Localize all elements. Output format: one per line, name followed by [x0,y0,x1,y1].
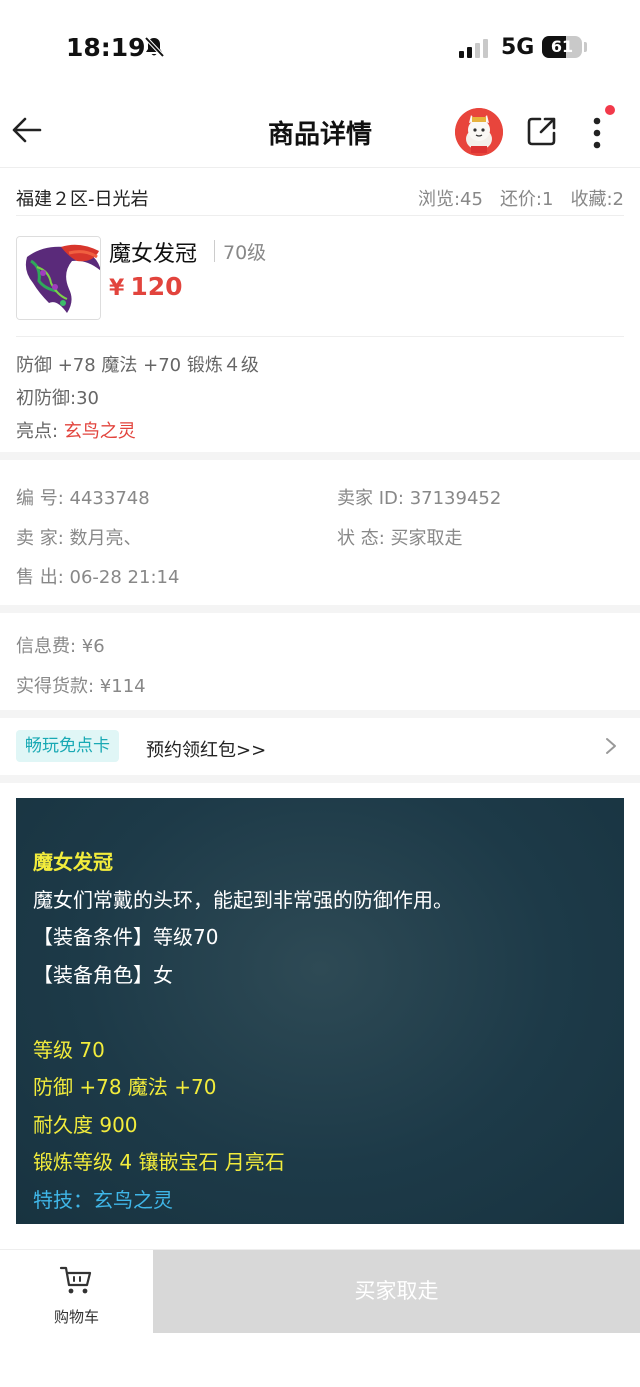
promo-row[interactable]: 畅玩免点卡 预约领红包>> [0,718,640,775]
info-fee: 信息费: ¥6 [16,636,105,657]
actual-payment: 实得货款: ¥114 [16,676,146,697]
seller-value: 数月亮、 [69,528,142,549]
desc-req-role: 【装备角色】女 [33,962,173,987]
section-gap [0,605,640,613]
cat-mascot-icon [455,108,503,156]
buy-button[interactable]: 买家取走 [153,1250,640,1333]
item-level: 70级 [223,242,267,264]
desc-title: 魔女发冠 [33,850,113,874]
seller-id: 卖家 ID: 37139452 [337,484,501,510]
nav-bar: 商品详情 [0,95,640,168]
desc-durability: 耐久度 900 [33,1112,138,1137]
item-attributes: 防御 +78 魔法 +70 锻炼４级 [16,355,259,376]
section-gap [0,452,640,460]
crown-item-icon [17,237,100,319]
seller-id-label: 卖家 ID: [337,488,404,509]
sold-label: 售 出: [16,567,64,588]
battery-percent: 61 [550,37,574,56]
desc-req-level: 【装备条件】等级70 [33,925,219,949]
desc-forge: 锻炼等级 4 镶嵌宝石 月亮石 [33,1150,285,1174]
item-price: ¥120 [109,272,183,301]
currency-symbol: ¥ [109,276,125,301]
more-vertical-icon[interactable] [584,113,610,153]
highlight-value: 玄鸟之灵 [63,421,136,442]
promo-tag[interactable]: 畅玩免点卡 [16,730,119,762]
sold-value: 06-28 21:14 [69,567,180,588]
item-stats: 浏览:45 还价:1 收藏:2 [418,185,624,211]
favorite-count: 收藏:2 [570,189,624,210]
item-header: 魔女发冠 70级 ¥120 [16,232,624,337]
network-type: 5G [501,35,535,60]
bottom-action-bar: 购物车 买家取走 [0,1249,640,1333]
cart-label: 购物车 [53,1308,99,1326]
bargain-count: 还价:1 [499,189,554,210]
cellular-signal-icon [459,38,488,58]
avatar[interactable] [455,108,503,156]
price-value: 120 [130,272,183,301]
notification-dot [605,105,615,115]
divider [214,240,215,262]
order-id: 编 号: 4433748 [16,484,150,510]
status-label: 状 态: [337,528,385,549]
status-value: 买家取走 [390,528,463,549]
server-name: 福建２区-日光岩 [16,189,149,210]
server-row: 福建２区-日光岩 浏览:45 还价:1 收藏:2 [16,178,624,216]
status-time: 18:19 [66,33,146,62]
chevron-right-icon[interactable] [601,736,621,756]
section-gap [0,710,640,718]
item-name: 魔女发冠 [109,242,198,267]
share-icon[interactable] [526,115,558,147]
desc-spacer [33,994,607,1032]
order-id-value: 4433748 [69,488,150,509]
order-status: 状 态: 买家取走 [337,524,463,550]
item-initial-defense: 初防御:30 [16,388,99,409]
item-highlight: 亮点: 玄鸟之灵 [16,417,136,443]
seller-label: 卖 家: [16,528,64,549]
desc-intro: 魔女们常戴的头环，能起到非常强的防御作用。 [33,887,453,912]
item-description-panel: 魔女发冠 魔女们常戴的头环，能起到非常强的防御作用。 【装备条件】等级70 【装… [16,798,624,1224]
view-count: 浏览:45 [417,189,483,210]
battery-icon: 61 [542,36,582,58]
status-bar: 18:19 5G 61 [0,0,640,95]
seller-id-value: 37139452 [409,488,502,509]
desc-skill: 特技：玄鸟之灵 [33,1187,173,1212]
sold-time: 售 出: 06-28 21:14 [16,563,179,589]
order-id-label: 编 号: [16,488,64,509]
section-gap [0,775,640,783]
seller-name: 卖 家: 数月亮、 [16,524,142,550]
promo-link[interactable]: 预约领红包>> [146,736,266,762]
item-thumbnail[interactable] [16,236,101,320]
shopping-cart-icon [59,1266,92,1294]
highlight-label: 亮点: [16,421,59,442]
bell-muted-icon [144,36,165,58]
desc-level: 等级 70 [33,1037,105,1062]
cart-button[interactable]: 购物车 [0,1250,153,1333]
battery-cap [584,42,587,52]
desc-attrs: 防御 +78 魔法 +70 [33,1075,217,1099]
